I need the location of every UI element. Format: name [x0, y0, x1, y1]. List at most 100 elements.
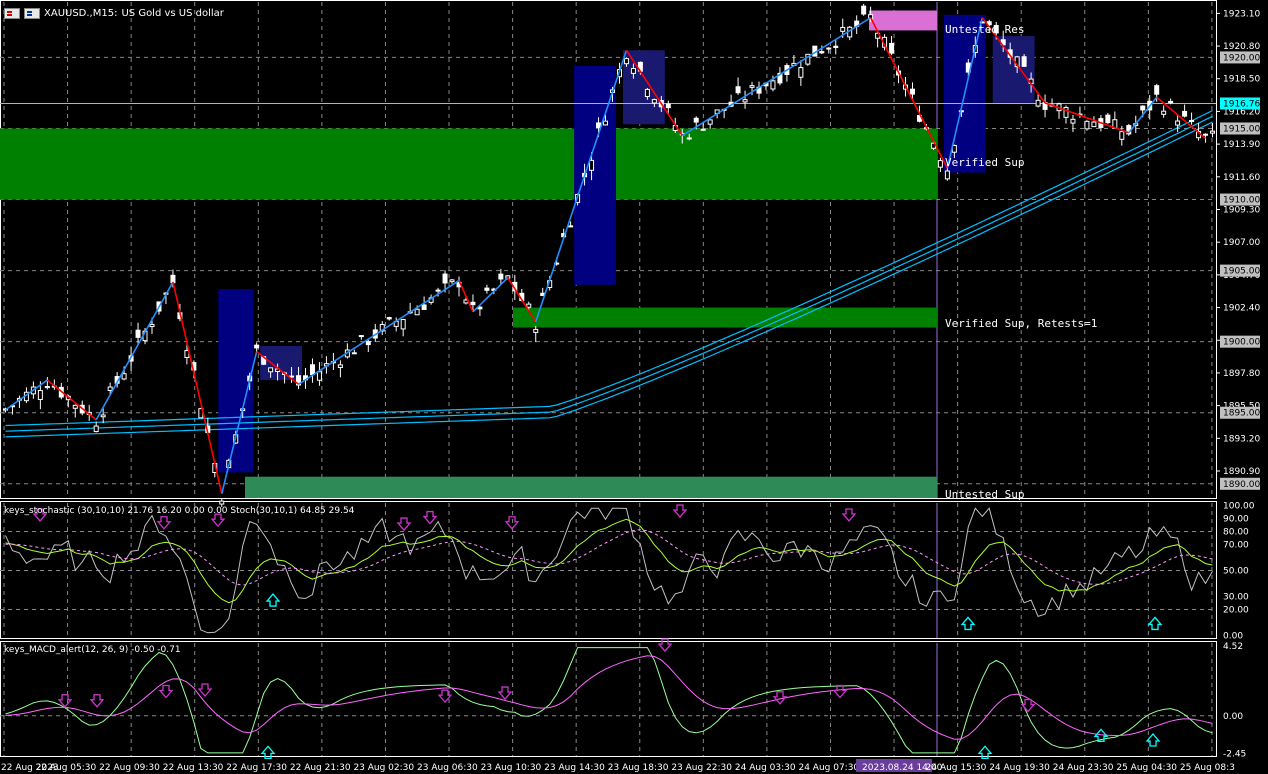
- candle-body[interactable]: [170, 274, 176, 284]
- candle-body[interactable]: [309, 364, 315, 376]
- candle-body[interactable]: [623, 58, 629, 65]
- candle-body[interactable]: [1084, 120, 1090, 130]
- candle-body[interactable]: [72, 404, 78, 409]
- candle-body[interactable]: [937, 160, 943, 168]
- zigzag-segment: [472, 277, 509, 313]
- candle-body[interactable]: [107, 386, 113, 391]
- candle-body[interactable]: [316, 371, 322, 381]
- candle-body[interactable]: [1168, 100, 1174, 104]
- stochastic-panel[interactable]: [5, 504, 1213, 634]
- candle-body[interactable]: [421, 304, 427, 310]
- candle-body[interactable]: [1161, 110, 1167, 115]
- candle-body[interactable]: [861, 5, 867, 15]
- price-tick-label: 1913.90: [1223, 140, 1260, 150]
- candle-body[interactable]: [630, 68, 636, 74]
- stochastic-label: keys_stochastic (30,10,10) 21.76 16.20 0…: [4, 506, 355, 516]
- candle-body[interactable]: [435, 289, 441, 292]
- candle-body[interactable]: [1175, 120, 1181, 126]
- candle-body[interactable]: [219, 500, 225, 505]
- candle-body[interactable]: [484, 287, 490, 291]
- candle-body[interactable]: [1154, 85, 1160, 95]
- candle-body[interactable]: [1189, 119, 1195, 122]
- candle-body[interactable]: [819, 51, 825, 54]
- candle-body[interactable]: [1091, 121, 1097, 128]
- candle-body[interactable]: [910, 88, 915, 95]
- price-level-label: 1920.00: [1223, 53, 1260, 63]
- candle-body[interactable]: [93, 425, 99, 433]
- time-axis[interactable]: 22 Aug 202322 Aug 05:30 22 Aug 09:30 22 Au…: [1, 759, 1235, 773]
- candle-body[interactable]: [1063, 106, 1069, 118]
- candle-body[interactable]: [1035, 99, 1041, 107]
- candle-body[interactable]: [644, 88, 650, 98]
- stoch-tick-label: 20.00: [1223, 605, 1249, 615]
- candle-body[interactable]: [337, 364, 343, 368]
- candle-body[interactable]: [1105, 114, 1111, 124]
- macd-label: keys_MACD_alert(12, 26, 9) -0.50 -0.71: [4, 645, 181, 655]
- candle-body[interactable]: [358, 335, 364, 338]
- zone-label-untested-res: Untested Res: [945, 23, 1025, 36]
- candle-body[interactable]: [400, 319, 406, 330]
- candle-body[interactable]: [944, 170, 950, 180]
- candle-body[interactable]: [268, 367, 274, 373]
- candle-body[interactable]: [742, 99, 748, 103]
- candle-body[interactable]: [442, 273, 448, 284]
- candle-body[interactable]: [735, 86, 741, 94]
- candle-body[interactable]: [254, 344, 260, 349]
- candle-body[interactable]: [1182, 110, 1188, 117]
- candle-body[interactable]: [665, 103, 671, 109]
- candle-body[interactable]: [1021, 56, 1027, 67]
- candle-body[interactable]: [1210, 130, 1216, 134]
- candle-body[interactable]: [526, 303, 532, 308]
- candle-body[interactable]: [1203, 133, 1209, 136]
- candle-body[interactable]: [707, 119, 713, 125]
- zone-verified_sup_retests: [513, 307, 937, 328]
- candle-body[interactable]: [414, 308, 420, 316]
- candle-body[interactable]: [889, 42, 895, 54]
- candle-body[interactable]: [37, 390, 43, 400]
- time-tick-label: 24 Aug 15:30: [926, 763, 987, 773]
- candle-body[interactable]: [149, 323, 155, 328]
- candle-body[interactable]: [840, 26, 846, 32]
- price-tick-label: 1897.80: [1223, 369, 1260, 379]
- candle-body[interactable]: [365, 340, 371, 346]
- candle-body[interactable]: [603, 120, 609, 126]
- candle-body[interactable]: [135, 329, 141, 338]
- candle-body[interactable]: [470, 301, 476, 306]
- candle-body[interactable]: [749, 85, 755, 88]
- trading-chart[interactable]: 1923.101920.801918.501916.201913.901911.…: [0, 0, 1268, 774]
- candle-body[interactable]: [1070, 118, 1076, 124]
- candle-body[interactable]: [351, 352, 357, 355]
- candle-body[interactable]: [1140, 105, 1146, 111]
- candle-body[interactable]: [533, 328, 539, 333]
- macd-panel[interactable]: [5, 638, 1213, 760]
- buy-arrow-icon: [960, 616, 976, 631]
- candle-body[interactable]: [686, 137, 692, 140]
- price-level-label: 1915.00: [1223, 124, 1260, 134]
- candle-body[interactable]: [121, 373, 127, 380]
- candle-body[interactable]: [651, 99, 657, 104]
- zigzag-segment: [681, 16, 872, 137]
- candle-body[interactable]: [100, 414, 106, 418]
- candle-body[interactable]: [44, 386, 50, 389]
- candle-body[interactable]: [589, 159, 595, 171]
- range-box: [260, 345, 303, 381]
- candle-body[interactable]: [693, 117, 699, 123]
- stoch-tick-label: 70.00: [1223, 541, 1249, 551]
- price-tick-label: 1902.40: [1223, 304, 1260, 314]
- zone-label-verified-sup-retests: Verified Sup, Retests=1: [945, 317, 1098, 330]
- candle-body[interactable]: [826, 47, 832, 50]
- candle-body[interactable]: [833, 45, 839, 49]
- price-tick-label: 1923.10: [1223, 9, 1260, 19]
- candle-body[interactable]: [449, 279, 455, 283]
- time-tick-label: 25 Aug 08:3: [1180, 763, 1235, 773]
- candle-body[interactable]: [498, 273, 504, 280]
- sell-arrow-icon: [672, 504, 688, 519]
- candle-body[interactable]: [770, 80, 776, 90]
- candle-body[interactable]: [700, 128, 706, 131]
- candle-body[interactable]: [568, 225, 574, 228]
- zigzag-segment: [95, 281, 174, 421]
- price-axis[interactable]: 1923.101920.801918.501916.201913.901911.…: [1216, 9, 1260, 760]
- candle-body[interactable]: [386, 317, 392, 320]
- candle-body[interactable]: [798, 67, 804, 78]
- candle-body[interactable]: [1119, 131, 1125, 140]
